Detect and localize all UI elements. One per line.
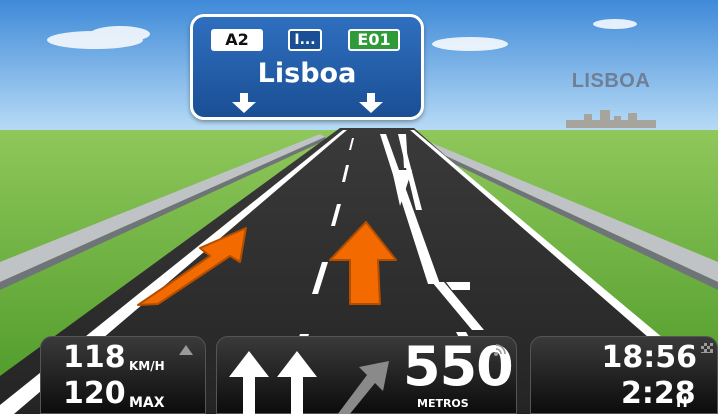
overhead-direction-sign: A2 I... E01 Lisboa	[190, 14, 424, 120]
speed-limit-unit: MAX	[129, 395, 165, 411]
city-label: LISBOA	[571, 70, 651, 92]
down-arrow-icon	[359, 93, 383, 113]
sign-destination: Lisboa	[257, 58, 357, 89]
lane-guidance-icons	[229, 351, 389, 414]
arrival-time: 18:56	[601, 340, 698, 375]
exit-shield: I...	[288, 29, 322, 51]
distance-unit: METROS	[417, 397, 469, 410]
bear-right-arrow-icon	[337, 361, 389, 414]
checkered-flag-icon	[701, 343, 713, 353]
down-arrow-icon	[232, 93, 256, 113]
euro-route-shield: E01	[348, 29, 400, 51]
navigation-screen: A2 I... E01 Lisboa LISBOA 118 KM/H 120 M…	[0, 0, 718, 414]
speed-unit: KM/H	[129, 359, 165, 373]
road-shield-a2: A2	[211, 29, 263, 51]
arrival-panel[interactable]: 18:56 2:28 H	[530, 336, 718, 414]
remaining-time-unit: H	[676, 395, 688, 411]
speed-limit: 120	[63, 376, 126, 411]
speed-triangle-icon	[179, 345, 193, 355]
straight-arrow-icon	[229, 351, 269, 414]
straight-arrow-icon	[277, 351, 317, 414]
current-speed: 118	[63, 340, 126, 375]
speed-panel[interactable]: 118 KM/H 120 MAX	[40, 336, 206, 414]
gps-signal-icon	[494, 344, 506, 356]
next-instruction-panel[interactable]: 550 METROS	[216, 336, 517, 414]
